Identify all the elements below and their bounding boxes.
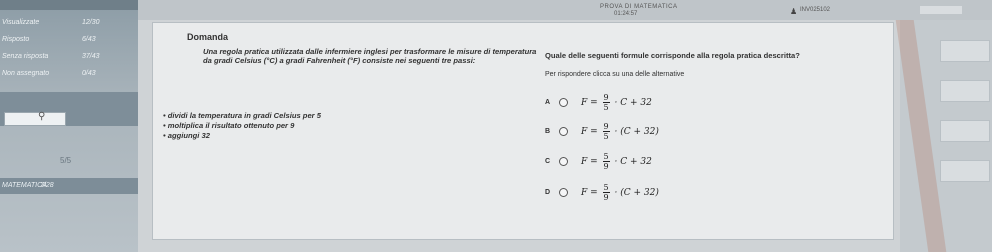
nav-tile[interactable]: [940, 40, 990, 62]
user-icon: ♟: [790, 7, 798, 16]
formula-lhs: F =: [581, 127, 598, 137]
question-label: Domanda: [187, 32, 229, 42]
close-icon[interactable]: [920, 6, 962, 14]
numerator: 5: [602, 183, 610, 193]
option-letter: D: [545, 189, 551, 196]
stat-label: Senza risposta: [2, 53, 49, 60]
sidebar-stat-risposto: Risposto 6/43: [0, 33, 138, 48]
timer: 01:24:57: [614, 11, 638, 17]
stat-label: Non assegnato: [2, 70, 50, 77]
numerator: 5: [602, 152, 610, 162]
fraction: 95: [602, 93, 610, 112]
nav-tile[interactable]: [940, 160, 990, 182]
formula-lhs: F =: [581, 188, 598, 198]
formula-rhs: · (C + 32): [614, 127, 659, 137]
answer-title: Quale delle seguenti formule corrisponde…: [545, 51, 800, 60]
stat-value: 12/30: [82, 19, 100, 26]
numerator: 9: [602, 93, 610, 103]
stat-label: Risposto: [2, 36, 30, 43]
option-d[interactable]: D F = 59 · (C + 32): [545, 183, 745, 217]
stat-value: 0/43: [82, 70, 96, 77]
radio-button[interactable]: [559, 127, 568, 136]
step-3: • aggiungi 32: [163, 131, 210, 140]
step-1: • dividi la temperatura in gradi Celsius…: [163, 111, 321, 120]
option-formula: F = 95 · C + 32: [581, 93, 652, 112]
sidebar-score: 5/5: [60, 156, 72, 165]
denominator: 9: [603, 162, 609, 171]
fraction: 59: [602, 152, 610, 171]
formula-rhs: · C + 32: [614, 157, 652, 167]
nav-tile[interactable]: [940, 120, 990, 142]
radio-button[interactable]: [559, 188, 568, 197]
radio-button[interactable]: [559, 157, 568, 166]
sidebar-search-input[interactable]: [4, 112, 66, 126]
sidebar: Visualizzate 12/30 Risposto 6/43 Senza r…: [0, 0, 138, 252]
question-panel: Domanda Una regola pratica utilizzata da…: [152, 22, 894, 240]
option-c[interactable]: C F = 59 · C + 32: [545, 152, 745, 186]
option-formula: F = 59 · C + 32: [581, 152, 652, 171]
sidebar-item-count: 7/28: [40, 182, 54, 189]
header: PROVA DI MATEMATICA 01:24:57 ♟ INV025102: [138, 0, 992, 20]
fraction: 59: [602, 183, 610, 202]
formula-lhs: F =: [581, 98, 598, 108]
formula-rhs: · (C + 32): [614, 188, 659, 198]
answer-instruction: Per rispondere clicca su una delle alter…: [545, 71, 685, 78]
stat-value: 6/43: [82, 36, 96, 43]
formula-lhs: F =: [581, 157, 598, 167]
radio-button[interactable]: [559, 98, 568, 107]
denominator: 5: [603, 103, 609, 112]
stat-label: Visualizzate: [2, 19, 40, 26]
denominator: 9: [603, 193, 609, 202]
sidebar-stat-non-assegnato: Non assegnato 0/43: [0, 67, 138, 82]
sidebar-stat-visualizzate: Visualizzate 12/30: [0, 16, 138, 31]
stat-value: 37/43: [82, 53, 100, 60]
sidebar-item-matematica[interactable]: MATEMATICA 7/28: [0, 178, 138, 194]
option-letter: B: [545, 128, 551, 135]
formula-rhs: · C + 32: [614, 98, 652, 108]
question-text: Una regola pratica utilizzata dalle infe…: [203, 47, 537, 65]
exam-title: PROVA DI MATEMATICA: [600, 4, 678, 10]
sidebar-top-bar: [0, 0, 138, 10]
option-letter: A: [545, 99, 551, 106]
numerator: 9: [602, 122, 610, 132]
search-icon[interactable]: ⚲: [38, 111, 45, 122]
option-letter: C: [545, 158, 551, 165]
sidebar-stat-senza-risposta: Senza risposta 37/43: [0, 50, 138, 65]
option-formula: F = 95 · (C + 32): [581, 122, 659, 141]
option-formula: F = 59 · (C + 32): [581, 183, 659, 202]
step-2: • moltiplica il risultato ottenuto per 9: [163, 121, 295, 130]
user-id: INV025102: [800, 7, 831, 13]
nav-tile[interactable]: [940, 80, 990, 102]
fraction: 95: [602, 122, 610, 141]
denominator: 5: [603, 132, 609, 141]
